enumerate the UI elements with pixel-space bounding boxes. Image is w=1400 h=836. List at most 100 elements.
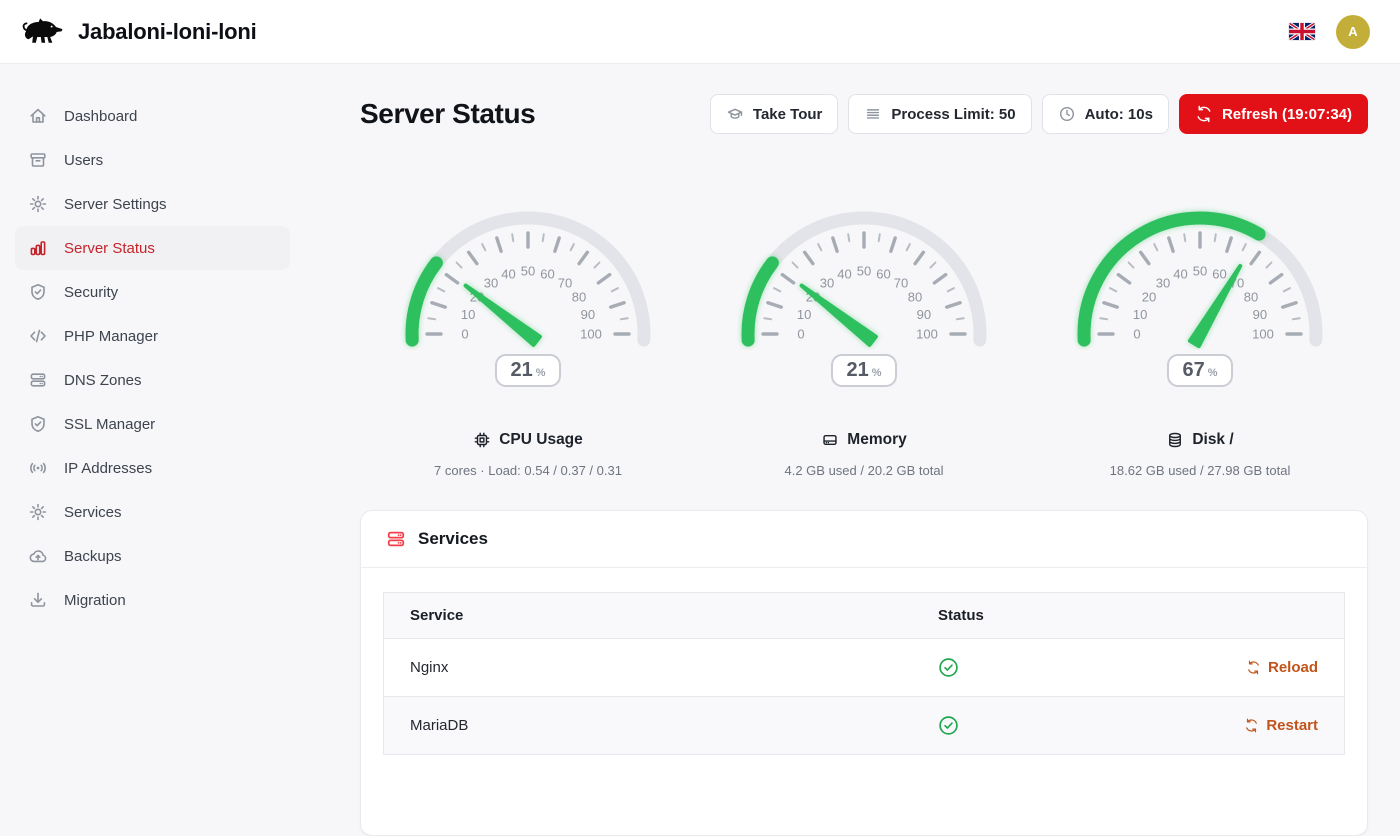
svg-text:0: 0 [1133, 327, 1140, 342]
gauge-subtitle: 4.2 GB used / 20.2 GB total [696, 463, 1032, 478]
main-content: Server Status Take Tour Process Limit: 5… [352, 64, 1400, 800]
uk-flag-icon[interactable] [1289, 23, 1315, 40]
page-body: Dashboard Users Server Settings Server S… [0, 64, 1400, 800]
refresh-icon [1195, 105, 1213, 123]
svg-text:50: 50 [521, 264, 535, 279]
sidebar-item-services[interactable]: Services [15, 490, 290, 534]
svg-text:40: 40 [1173, 267, 1187, 282]
sidebar-item-backups[interactable]: Backups [15, 534, 290, 578]
gauge-memory: 0102030405060708090100 21 % Memory 4.2 G… [696, 192, 1032, 478]
gauge-subtitle: 7 cores · Load: 0.54 / 0.37 / 0.31 [360, 463, 696, 478]
svg-text:100: 100 [1252, 327, 1274, 342]
svg-text:100: 100 [916, 327, 938, 342]
services-table-body: Nginx Reload MariaDB Restart [384, 639, 1345, 755]
gauge-value: 21 [846, 359, 868, 382]
code-icon [28, 326, 48, 346]
sidebar-item-migration[interactable]: Migration [15, 578, 290, 622]
svg-text:40: 40 [837, 267, 851, 282]
cloud-upload-icon [28, 546, 48, 566]
svg-text:10: 10 [1133, 307, 1147, 322]
graduation-cap-icon [726, 105, 744, 123]
gear-icon [28, 194, 48, 214]
boar-logo-icon [20, 13, 66, 51]
clock-icon [1058, 105, 1076, 123]
gauge-subtitle: 18.62 GB used / 27.98 GB total [1032, 463, 1368, 478]
svg-text:10: 10 [461, 307, 475, 322]
user-avatar[interactable]: A [1336, 15, 1370, 49]
services-card: Services Service Status Nginx Reloa [360, 510, 1368, 836]
sidebar-item-php-manager[interactable]: PHP Manager [15, 314, 290, 358]
page-title: Server Status [360, 98, 535, 130]
shield-check-icon [28, 282, 48, 302]
table-row: Nginx Reload [384, 639, 1345, 697]
svg-text:10: 10 [797, 307, 811, 322]
brand-title: Jabaloni-loni-loni [78, 19, 257, 45]
svg-text:90: 90 [1253, 307, 1267, 322]
refresh-icon [1244, 718, 1259, 733]
svg-text:90: 90 [581, 307, 595, 322]
list-icon [864, 105, 882, 123]
restart-action-button[interactable]: Restart [1244, 717, 1318, 734]
svg-text:0: 0 [461, 327, 468, 342]
archive-icon [28, 150, 48, 170]
gauge-value: 67 [1182, 359, 1204, 382]
server-stack-icon [385, 528, 407, 550]
auto-10s-button[interactable]: Auto: 10s [1042, 94, 1169, 134]
sidebar-nav: Dashboard Users Server Settings Server S… [0, 64, 352, 800]
bar-chart-icon [28, 238, 48, 258]
process-limit-50-button[interactable]: Process Limit: 50 [848, 94, 1031, 134]
svg-text:20: 20 [1142, 289, 1156, 304]
services-card-header: Services [361, 511, 1367, 568]
broadcast-icon [28, 458, 48, 478]
sidebar-item-server-settings[interactable]: Server Settings [15, 182, 290, 226]
services-table: Service Status Nginx Reload MariaDB [383, 592, 1345, 755]
table-header-row: Service Status [384, 593, 1345, 639]
refresh-19-07-34-button[interactable]: Refresh (19:07:34) [1179, 94, 1368, 134]
sidebar-item-security[interactable]: Security [15, 270, 290, 314]
sidebar-item-ssl-manager[interactable]: SSL Manager [15, 402, 290, 446]
gauge-unit: % [872, 367, 882, 379]
sidebar-item-ip-addresses[interactable]: IP Addresses [15, 446, 290, 490]
svg-text:50: 50 [1193, 264, 1207, 279]
column-header-service: Service [384, 593, 913, 639]
server-stack-icon [28, 370, 48, 390]
services-card-body: Service Status Nginx Reload MariaDB [361, 568, 1367, 835]
sidebar-item-dashboard[interactable]: Dashboard [15, 94, 290, 138]
reload-action-button[interactable]: Reload [1246, 659, 1318, 676]
gauge-disk: 0102030405060708090100 67 % Disk / 18.62… [1032, 192, 1368, 478]
sidebar-item-dns-zones[interactable]: DNS Zones [15, 358, 290, 402]
svg-text:40: 40 [501, 267, 515, 282]
gauge-unit: % [1208, 367, 1218, 379]
cpu-icon [473, 431, 491, 449]
home-icon [28, 106, 48, 126]
svg-text:70: 70 [558, 276, 572, 291]
gauge-cpu-usage: 0102030405060708090100 21 % CPU Usage 7 … [360, 192, 696, 478]
title-row: Server Status Take Tour Process Limit: 5… [360, 94, 1368, 134]
svg-text:60: 60 [1212, 267, 1226, 282]
sidebar-item-users[interactable]: Users [15, 138, 290, 182]
status-running-icon [938, 715, 959, 736]
brand[interactable]: Jabaloni-loni-loni [20, 13, 257, 51]
gauge-value: 21 [510, 359, 532, 382]
memory-icon [821, 431, 839, 449]
refresh-icon [1246, 660, 1261, 675]
svg-text:60: 60 [540, 267, 554, 282]
header-actions: A [1289, 15, 1380, 49]
gear-icon [28, 502, 48, 522]
service-name-cell: Nginx [384, 639, 913, 697]
svg-text:70: 70 [894, 276, 908, 291]
svg-text:60: 60 [876, 267, 890, 282]
svg-text:50: 50 [857, 264, 871, 279]
sidebar-item-server-status[interactable]: Server Status [15, 226, 290, 270]
database-icon [1166, 431, 1184, 449]
svg-text:80: 80 [908, 289, 922, 304]
gauge-value-box: 21 % [495, 354, 560, 387]
gauge-dial: 0102030405060708090100 [1070, 192, 1330, 350]
column-header-status: Status [912, 593, 1344, 639]
gauge-value-box: 21 % [831, 354, 896, 387]
svg-text:0: 0 [797, 327, 804, 342]
take-tour-button[interactable]: Take Tour [710, 94, 838, 134]
service-name-cell: MariaDB [384, 697, 913, 755]
toolbar: Take Tour Process Limit: 50 Auto: 10s Re… [710, 94, 1368, 134]
gauge-unit: % [536, 367, 546, 379]
